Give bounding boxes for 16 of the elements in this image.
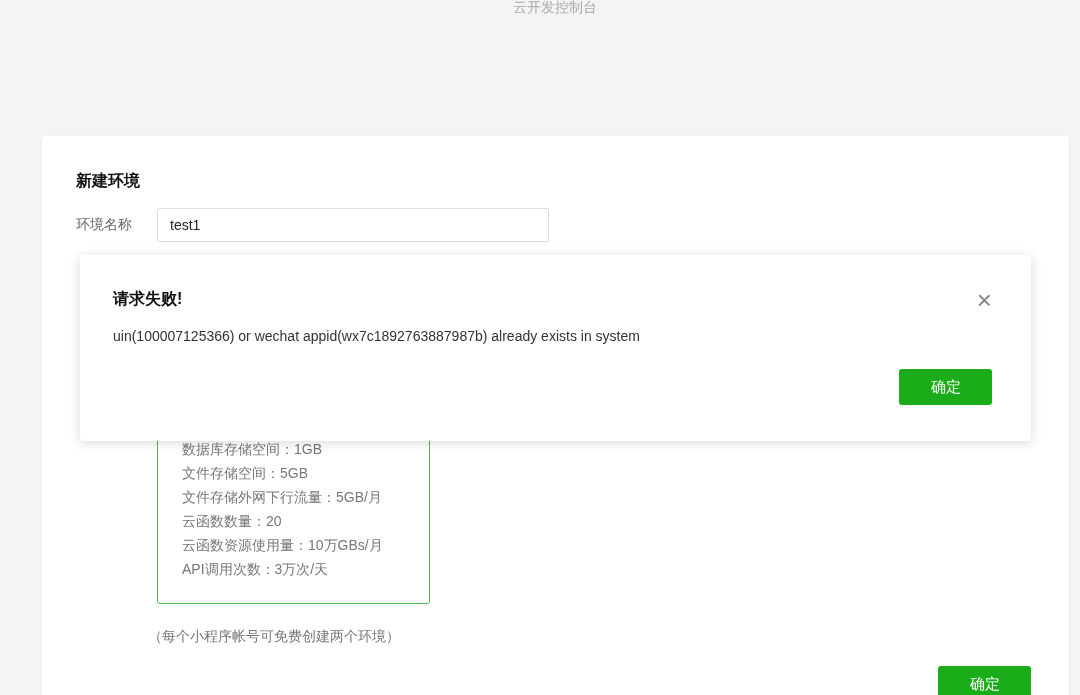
quota-text: 文件存储空间：5GB xyxy=(182,464,309,483)
error-message: uin(100007125366) or wechat appid(wx7c1892763887987b) already exists in system xyxy=(113,328,641,344)
quota-text: API调用次数：3万次/天 xyxy=(182,560,330,579)
note-text: （每个小程序帐号可免费创建两个环境） xyxy=(148,627,401,646)
quota-text: 云函数数量：20 xyxy=(182,512,283,531)
form-title: 新建环境 xyxy=(76,171,141,191)
quota-text: 文件存储外网下行流量：5GB/月 xyxy=(182,488,383,507)
confirm-button[interactable]: 确定 xyxy=(899,369,992,405)
field-label: 环境名称 xyxy=(76,216,133,234)
quota-text: 云函数资源使用量：10万GBs/月 xyxy=(182,536,384,555)
name-input[interactable]: test1 xyxy=(157,208,549,242)
page-title: 云开发控制台 xyxy=(513,0,597,15)
close-button[interactable]: × xyxy=(976,289,992,310)
dialog-title: 请求失败! xyxy=(113,289,183,309)
quota-text: 数据库存储空间：1GB xyxy=(182,440,323,459)
submit-button[interactable]: 确定 xyxy=(938,666,1031,695)
